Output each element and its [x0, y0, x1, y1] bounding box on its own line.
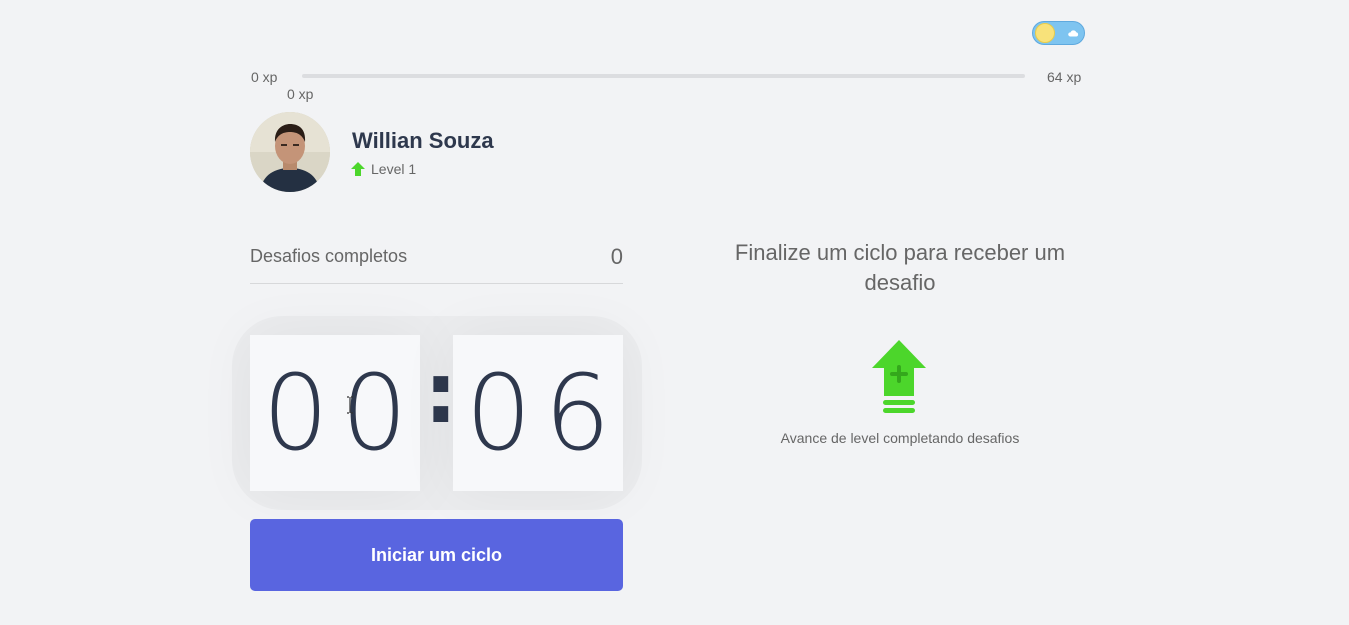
second-digit-left: 0: [465, 352, 532, 474]
countdown-minutes: 0 0: [250, 335, 420, 491]
text-cursor-icon: [347, 396, 353, 414]
sun-icon: [1035, 23, 1055, 43]
countdown-seconds: 0 6: [453, 335, 623, 491]
level-label: Level 1: [371, 161, 417, 177]
second-digit-right: 6: [544, 352, 611, 474]
avatar: [250, 112, 330, 192]
xp-min-label: 0 xp: [251, 69, 278, 85]
countdown-separator: :: [424, 344, 458, 442]
level-up-icon: [351, 162, 365, 176]
completed-challenges-label: Desafios completos: [250, 246, 408, 266]
completed-challenges-count: 0: [610, 244, 623, 269]
profile-name: Willian Souza: [352, 128, 494, 153]
xp-current-label: 0 xp: [287, 86, 314, 102]
profile-level: Level 1: [351, 161, 416, 177]
cloud-icon: [1068, 30, 1079, 37]
challenge-empty-title: Finalize um ciclo para receber um desafi…: [734, 240, 1066, 295]
experience-bar: [302, 74, 1025, 78]
theme-toggle[interactable]: [1032, 21, 1085, 45]
start-cycle-button[interactable]: Iniciar um ciclo: [250, 519, 623, 591]
level-up-icon: [872, 340, 926, 413]
minute-digit-left: 0: [262, 352, 329, 474]
completed-challenges: Desafios completos 0: [250, 240, 623, 284]
challenge-empty-hint: Avance de level completando desafios: [780, 430, 1020, 446]
xp-max-label: 64 xp: [1047, 69, 1082, 85]
